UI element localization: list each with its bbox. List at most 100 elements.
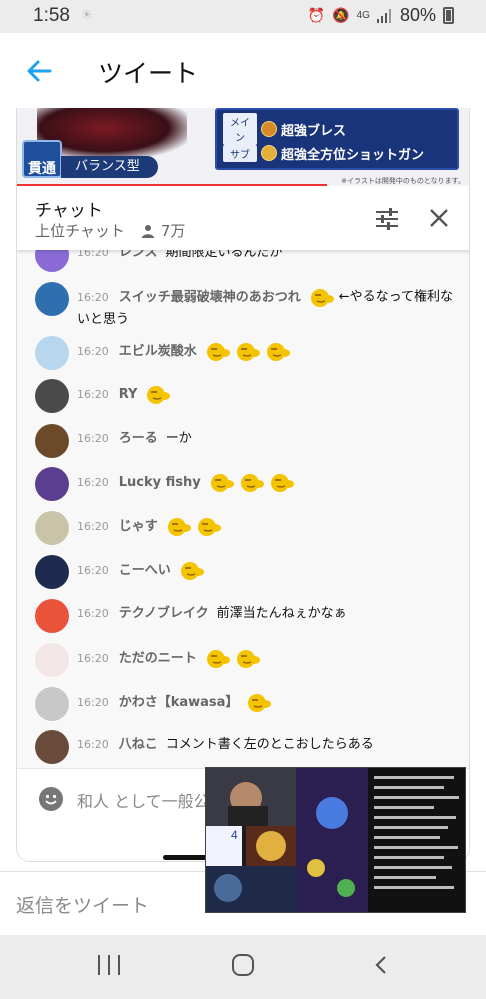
message-body: 16:20 かわさ【kawasa】 [77,691,453,714]
message-body: 16:20 ろーる ーか [77,428,453,450]
home-icon[interactable] [232,954,254,976]
back-arrow-icon[interactable] [24,56,54,86]
message-time: 16:20 [77,738,109,751]
message-body: 16:20 RY [77,383,453,406]
piercing-badge: 貫通 [22,140,62,178]
message-time: 16:20 [77,519,109,533]
message-body: 16:20 エビル炭酸水 [77,340,453,363]
avatar[interactable] [35,424,69,458]
pip-label: 4 [231,828,238,842]
reply-tweet-input[interactable]: 返信をツイート [16,891,149,918]
message-text: 前澤当たんねぇかなぁ [216,606,347,621]
chat-message-list[interactable]: 16:20 レンス 期間限定いるんだが 16:20 スイッチ最弱破壊神のあおつれ ←やるな… [17,250,469,768]
message-body: 16:20 ただのニート [77,647,453,670]
skill-tag: サブ [223,144,257,162]
message-text: コメント書く左のとこおしたらある [165,737,374,752]
message-time: 16:20 [77,475,109,489]
avatar[interactable] [35,379,69,413]
message-time: 16:20 [77,563,109,577]
message-time: 16:20 [77,387,109,401]
video-progress-bar[interactable] [17,184,327,186]
emoji-icon [196,515,222,537]
emoji-icon [209,471,235,493]
avatar[interactable] [35,687,69,721]
close-icon[interactable] [429,208,449,228]
message-body: 16:20 八ねこ コメント書く左のとこおしたらある [77,734,453,756]
embedded-video-card: 貫通 バランス型 メイン 超強ブレス サブ 超強全方位ショットガン ※イラストは… [16,108,470,862]
page-title: ツイート [98,59,199,88]
message-body: 16:20 テクノブレイク 前澤当たんねぇかなぁ [77,603,453,625]
message-body: 16:20 Lucky fishy [77,471,453,494]
status-bar: 1:58 ☀ ⏰ 🔕 4G 80% [0,0,486,33]
avatar[interactable] [35,336,69,370]
skill-row-main: メイン 超強ブレス [223,113,347,145]
avatar[interactable] [35,467,69,501]
message-text: 期間限定いるんだが [165,250,283,260]
banner-note: ※イラストは開発中のものとなります。 [341,177,465,185]
chat-mode-selector[interactable]: 上位チャット 7万 [35,220,185,241]
chat-title: チャット [35,201,103,221]
app-header: ツイート [0,33,486,108]
skill-name: 超強ブレス [281,123,347,139]
avatar[interactable] [35,555,69,589]
chat-mode-label: 上位チャット [35,222,125,240]
filter-icon[interactable] [375,208,399,230]
avatar[interactable] [35,643,69,677]
emoji-icon [145,383,171,405]
message-author[interactable]: テクノブレイク [119,606,209,621]
message-body: 16:20 スイッチ最弱破壊神のあおつれ ←やるなって権利ないと思う [77,286,453,331]
battery-percent: 80% [399,5,436,25]
message-time: 16:20 [77,432,109,445]
emoji-icon [235,340,261,362]
message-author[interactable]: ただのニート [119,651,197,666]
message-time: 16:20 [77,344,109,358]
message-author[interactable]: 八ねこ [119,737,158,752]
viewer-count: 7万 [160,222,186,240]
avatar[interactable] [35,730,69,764]
skill-tag: メイン [223,113,257,145]
nav-back-icon[interactable] [372,955,392,975]
message-author[interactable]: ろーる [119,431,158,446]
pip-video-frame [206,768,465,912]
message-author[interactable]: レンス [119,250,158,260]
status-time: 1:58 [33,5,70,26]
picture-in-picture-video[interactable]: 4 [205,767,466,913]
message-author[interactable]: RY [119,387,138,402]
mute-icon: 🔕 [332,7,350,23]
message-time: 16:20 [77,695,109,709]
message-author[interactable]: かわさ【kawasa】 [119,695,239,710]
message-text: ーか [165,431,192,446]
message-author[interactable]: Lucky fishy [119,475,201,490]
avatar[interactable] [35,599,69,633]
message-author[interactable]: スイッチ最弱破壊神のあおつれ [119,290,301,305]
emoji-icon [265,340,291,362]
emoji-icon [239,471,265,493]
emoji-icon [246,691,272,713]
emoji-picker-icon[interactable] [39,787,63,811]
message-body: 16:20 レンス 期間限定いるんだが [77,250,453,264]
battery-icon [443,7,454,24]
message-time: 16:20 [77,607,109,620]
emoji-icon [269,471,295,493]
status-icons: ⏰ 🔕 4G 80% [308,5,454,26]
message-author[interactable]: エビル炭酸水 [119,344,197,359]
video-banner[interactable]: 貫通 バランス型 メイン 超強ブレス サブ 超強全方位ショットガン ※イラストは… [17,108,469,186]
skill-name: 超強全方位ショットガン [281,147,425,163]
chat-input[interactable]: 和人 として一般公 [77,788,210,812]
network-label: 4G [356,10,370,21]
avatar[interactable] [35,250,69,272]
alarm-icon: ⏰ [307,7,326,23]
message-author[interactable]: じゃす [119,519,158,534]
emoji-icon [205,647,231,669]
signal-icon [376,8,391,23]
avatar[interactable] [35,282,69,316]
skill-row-sub: サブ 超強全方位ショットガン [223,143,424,163]
emoji-icon [179,559,205,581]
recents-icon[interactable] [98,955,120,975]
chat-header: チャット 上位チャット 7万 [17,188,469,250]
avatar[interactable] [35,511,69,545]
skill-icon [261,145,277,161]
emoji-icon [205,340,231,362]
message-author[interactable]: こーへい [119,563,171,578]
person-icon [141,224,154,238]
